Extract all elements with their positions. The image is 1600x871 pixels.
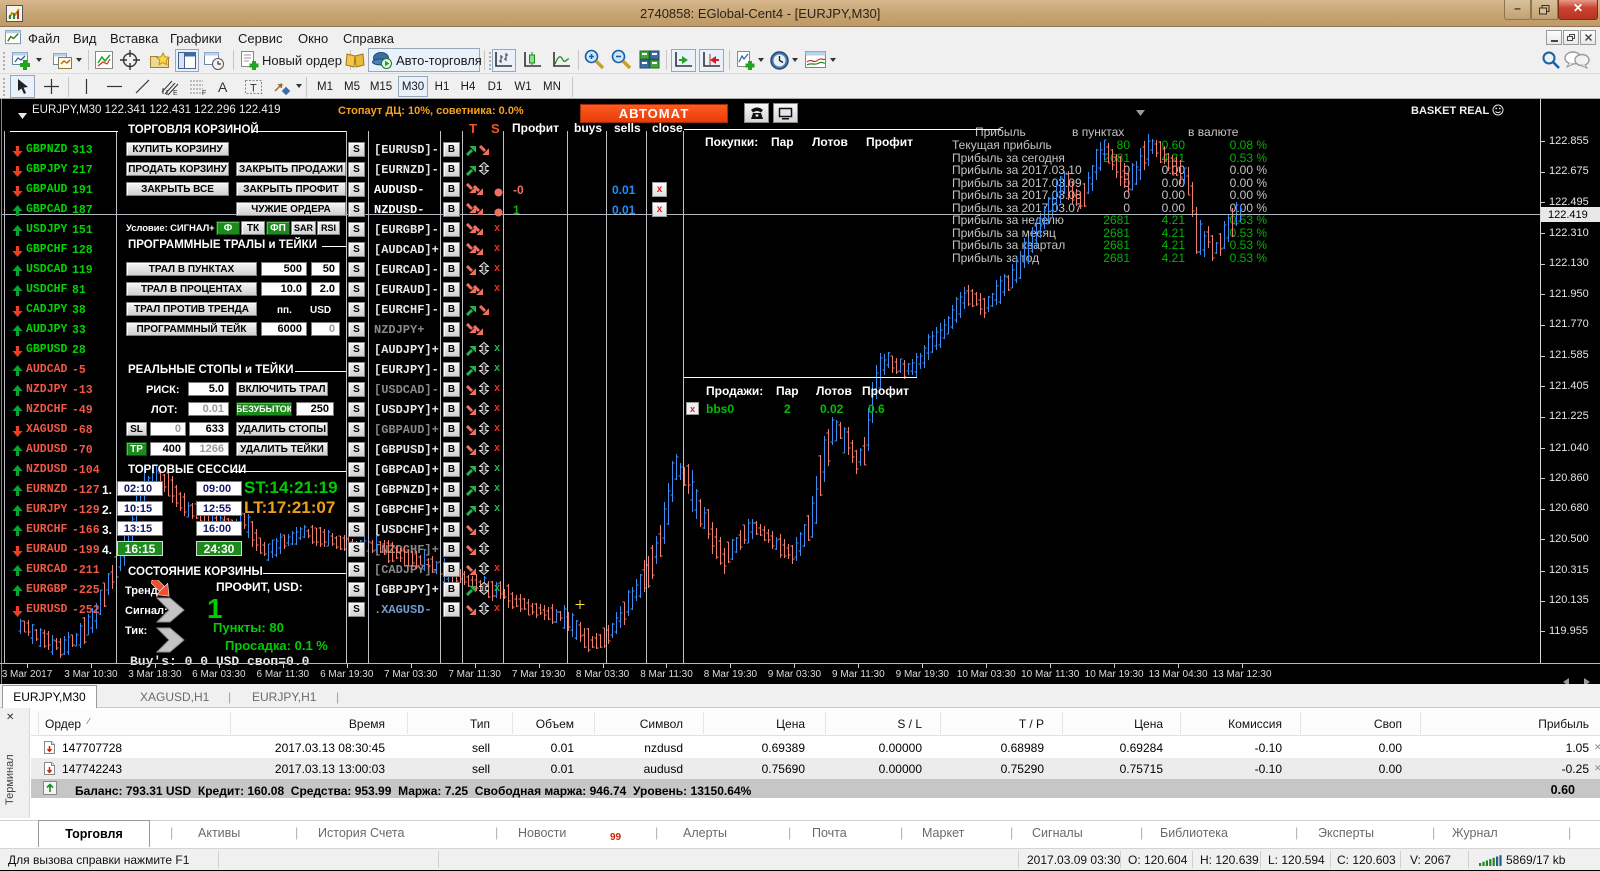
svg-text:F: F [202,90,206,96]
svg-text:E: E [173,90,178,96]
svg-text:T: T [250,82,257,94]
